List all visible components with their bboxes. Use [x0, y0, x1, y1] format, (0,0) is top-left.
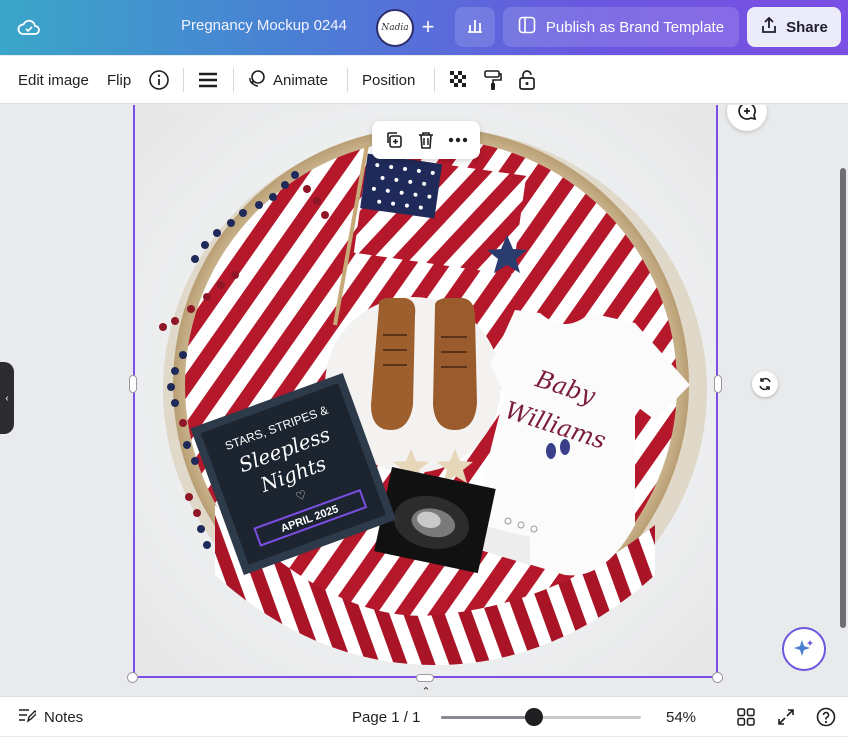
rotate-button[interactable]	[752, 371, 778, 397]
animate-label: Animate	[273, 71, 329, 89]
avatar[interactable]: Nadia	[376, 9, 414, 47]
notes-icon	[18, 707, 38, 727]
resize-handle-bottom[interactable]	[416, 674, 434, 682]
paint-roller-icon[interactable]	[483, 56, 503, 104]
top-bar: Pregnancy Mockup 0244 Nadia + Publish as…	[0, 0, 848, 55]
analytics-button[interactable]	[455, 7, 495, 47]
zoom-slider-fill	[441, 716, 534, 719]
notes-label: Notes	[44, 708, 84, 726]
animate-button[interactable]: Animate	[247, 56, 328, 104]
resize-handle-left[interactable]	[129, 375, 137, 393]
grid-view-icon[interactable]	[737, 697, 755, 737]
divider	[347, 68, 348, 92]
share-label: Share	[786, 18, 828, 36]
divider	[183, 68, 184, 92]
vertical-scrollbar[interactable]	[840, 168, 846, 628]
share-icon	[760, 16, 778, 38]
canvas-area[interactable]: Baby Williams STARS, STRIPES & Sleepless…	[0, 105, 848, 695]
magic-assistant-button[interactable]	[782, 627, 826, 671]
notes-button[interactable]: Notes	[18, 697, 83, 737]
trash-icon[interactable]	[414, 128, 438, 152]
more-options-icon[interactable]	[446, 128, 470, 152]
zoom-slider-thumb[interactable]	[525, 708, 543, 726]
avatar-text: Nadia	[381, 23, 409, 33]
add-comment-button[interactable]	[727, 105, 767, 131]
position-button[interactable]: Position	[362, 56, 415, 104]
border-style-icon[interactable]	[197, 56, 219, 104]
flip-button[interactable]: Flip	[107, 56, 131, 104]
transparency-icon[interactable]	[449, 56, 469, 104]
selected-image[interactable]: Baby Williams STARS, STRIPES & Sleepless…	[133, 105, 718, 678]
share-button[interactable]: Share	[747, 7, 841, 47]
zoom-percentage[interactable]: 54%	[666, 697, 696, 737]
fullscreen-icon[interactable]	[777, 697, 795, 737]
resize-handle-bottom-right[interactable]	[712, 672, 723, 683]
element-context-menu	[372, 121, 480, 159]
context-toolbar: Edit image Flip Animate Position	[0, 56, 848, 104]
edit-image-button[interactable]: Edit image	[18, 56, 89, 104]
zoom-slider[interactable]	[441, 708, 641, 726]
bottom-bar: Notes Page 1 / 1 54%	[0, 696, 848, 736]
collapse-pages-button[interactable]: ⌃	[392, 683, 460, 695]
animate-icon	[247, 68, 267, 92]
resize-handle-right[interactable]	[714, 375, 722, 393]
duplicate-icon[interactable]	[382, 128, 406, 152]
help-icon[interactable]	[816, 697, 836, 737]
info-icon[interactable]	[148, 56, 170, 104]
publish-label: Publish as Brand Template	[545, 18, 725, 36]
document-title[interactable]: Pregnancy Mockup 0244	[181, 17, 347, 34]
divider	[233, 68, 234, 92]
page-indicator[interactable]: Page 1 / 1	[352, 697, 420, 737]
cloud-save-icon[interactable]	[16, 14, 42, 40]
expand-panel-tab[interactable]: ‹	[0, 362, 14, 434]
lock-icon[interactable]	[518, 56, 536, 104]
bar-chart-icon	[466, 17, 484, 38]
divider	[434, 68, 435, 92]
resize-handle-bottom-left[interactable]	[127, 672, 138, 683]
template-icon	[518, 16, 536, 38]
add-collaborator-button[interactable]: +	[414, 13, 442, 41]
publish-brand-template-button[interactable]: Publish as Brand Template	[503, 7, 739, 47]
pregnancy-mockup-image: Baby Williams STARS, STRIPES & Sleepless…	[159, 127, 707, 665]
